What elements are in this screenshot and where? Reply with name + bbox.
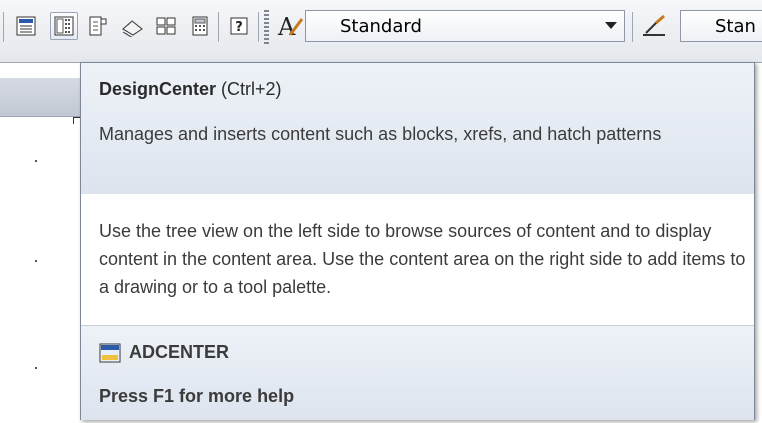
tooltip-header: DesignCenter (Ctrl+2) Manages and insert… <box>81 63 754 194</box>
drawing-area[interactable] <box>0 117 80 423</box>
tooltip-command: ADCENTER <box>99 342 229 363</box>
tooltip-help-hint: Press F1 for more help <box>99 386 295 406</box>
grid-dot <box>35 160 37 162</box>
panel-title-bar <box>0 78 80 117</box>
sheet-set-manager-button[interactable] <box>118 12 146 40</box>
tooltip-details: Use the tree view on the left side to br… <box>99 221 746 297</box>
toolbar-separator <box>258 12 259 42</box>
designcenter-tooltip: DesignCenter (Ctrl+2) Manages and insert… <box>80 62 755 420</box>
tooltip-footer: ADCENTER Press F1 for more help <box>81 326 754 420</box>
sheet-set-manager-icon <box>122 20 143 37</box>
help-button[interactable]: ? <box>225 12 253 40</box>
designcenter-icon <box>54 16 74 36</box>
tool-palettes-button[interactable] <box>84 12 112 40</box>
tooltip-description: Manages and inserts content such as bloc… <box>99 124 662 144</box>
tooltip-command-text: ADCENTER <box>129 342 230 362</box>
text-style-value: Standard <box>340 15 422 37</box>
dimension-style-dropdown[interactable]: Stan <box>680 10 762 42</box>
help-icon: ? <box>230 17 248 35</box>
standard-toolbar: ? A Standard Stan <box>0 0 762 63</box>
dimension-style-button[interactable] <box>640 12 668 40</box>
properties-icon <box>16 16 36 36</box>
tooltip-title: DesignCenter (Ctrl+2) <box>99 79 282 100</box>
tool-palettes-icon <box>89 16 107 36</box>
quickcalc-icon <box>192 16 208 36</box>
chevron-down-icon <box>598 22 624 30</box>
markup-set-manager-icon <box>156 17 176 35</box>
grid-dot <box>35 367 37 369</box>
designcenter-command-icon <box>99 343 121 362</box>
markup-set-manager-button[interactable] <box>152 12 180 40</box>
toolbar-separator <box>218 12 219 42</box>
grid-dot <box>35 260 37 262</box>
toolbar-grip[interactable] <box>264 10 269 44</box>
text-style-dropdown[interactable]: Standard <box>305 10 625 42</box>
text-style-button[interactable]: A <box>276 12 304 40</box>
tooltip-command-name: DesignCenter <box>99 79 217 99</box>
toolbar-separator <box>3 12 4 42</box>
tooltip-shortcut: (Ctrl+2) <box>221 79 282 99</box>
dimension-style-icon <box>643 14 665 36</box>
dimension-style-value: Stan <box>715 15 756 37</box>
svg-text:?: ? <box>235 20 243 35</box>
svg-text:A: A <box>277 13 296 39</box>
designcenter-button[interactable] <box>50 12 78 40</box>
properties-button[interactable] <box>12 12 40 40</box>
viewport-corner <box>73 117 80 124</box>
text-style-icon: A <box>277 13 304 39</box>
toolbar-separator <box>632 12 633 42</box>
quickcalc-button[interactable] <box>186 12 214 40</box>
